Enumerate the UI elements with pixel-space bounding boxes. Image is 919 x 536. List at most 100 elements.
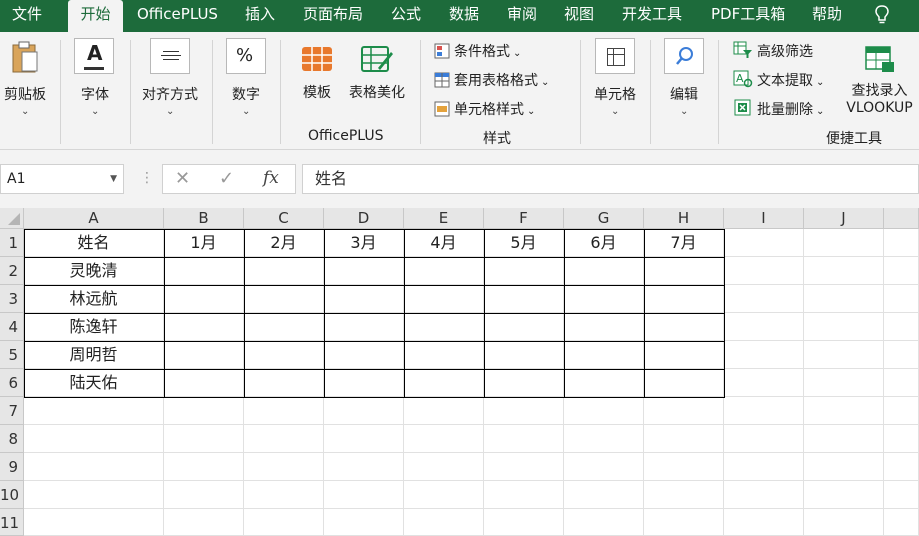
cell-G7[interactable] xyxy=(564,397,644,425)
cell-B7[interactable] xyxy=(164,397,244,425)
cell-H2[interactable] xyxy=(644,257,724,285)
cell-G2[interactable] xyxy=(564,257,644,285)
tab-pdf-tools[interactable]: PDF工具箱 xyxy=(711,0,785,32)
cell-G9[interactable] xyxy=(564,453,644,481)
column-header-G[interactable]: G xyxy=(564,208,644,229)
cell-B1[interactable]: 1月 xyxy=(164,229,244,257)
cell-style-button[interactable]: 单元格样式 ⌄ xyxy=(434,99,535,119)
tab-review[interactable]: 审阅 xyxy=(507,0,537,32)
cell-E9[interactable] xyxy=(404,453,484,481)
cell-H10[interactable] xyxy=(644,481,724,509)
row-header-2[interactable]: 2 xyxy=(0,257,24,285)
cell-J8[interactable] xyxy=(804,425,884,453)
edit-button[interactable]: 编辑 ⌄ xyxy=(660,38,708,122)
cell-C11[interactable] xyxy=(244,509,324,536)
row-header-6[interactable]: 6 xyxy=(0,369,24,397)
column-header-B[interactable]: B xyxy=(164,208,244,229)
cell-D5[interactable] xyxy=(324,341,404,369)
cell-K3[interactable] xyxy=(884,285,919,313)
tab-help[interactable]: 帮助 xyxy=(812,0,842,32)
column-header-A[interactable]: A xyxy=(24,208,164,229)
cell-A4[interactable]: 陈逸轩 xyxy=(24,313,164,341)
cell-H8[interactable] xyxy=(644,425,724,453)
cell-I2[interactable] xyxy=(724,257,804,285)
chevron-down-icon[interactable]: ▼ xyxy=(110,165,117,193)
row-header-4[interactable]: 4 xyxy=(0,313,24,341)
cell-J1[interactable] xyxy=(804,229,884,257)
cancel-icon[interactable]: ✕ xyxy=(175,168,190,189)
cell-I10[interactable] xyxy=(724,481,804,509)
cell-K10[interactable] xyxy=(884,481,919,509)
font-button[interactable]: A 字体 ⌄ xyxy=(72,38,118,122)
cell-F7[interactable] xyxy=(484,397,564,425)
cell-K9[interactable] xyxy=(884,453,919,481)
cell-C10[interactable] xyxy=(244,481,324,509)
cell-H11[interactable] xyxy=(644,509,724,536)
column-header-J[interactable]: J xyxy=(804,208,884,229)
tab-data[interactable]: 数据 xyxy=(449,0,479,32)
conditional-format-button[interactable]: 条件格式 ⌄ xyxy=(434,41,521,61)
cell-J10[interactable] xyxy=(804,481,884,509)
cell-F1[interactable]: 5月 xyxy=(484,229,564,257)
cell-D6[interactable] xyxy=(324,369,404,397)
cell-A10[interactable] xyxy=(24,481,164,509)
cell-K7[interactable] xyxy=(884,397,919,425)
cell-A1[interactable]: 姓名 xyxy=(24,229,164,257)
cell-E8[interactable] xyxy=(404,425,484,453)
cell-H9[interactable] xyxy=(644,453,724,481)
clipboard-button[interactable]: 剪贴板 ⌄ xyxy=(0,38,50,122)
confirm-icon[interactable]: ✓ xyxy=(219,168,234,189)
cell-D3[interactable] xyxy=(324,285,404,313)
template-button[interactable]: 模板 xyxy=(292,42,342,102)
lightbulb-icon[interactable] xyxy=(874,4,890,26)
cell-H3[interactable] xyxy=(644,285,724,313)
cell-B3[interactable] xyxy=(164,285,244,313)
cell-F9[interactable] xyxy=(484,453,564,481)
cell-H6[interactable] xyxy=(644,369,724,397)
cell-J11[interactable] xyxy=(804,509,884,536)
table-beautify-button[interactable]: 表格美化 xyxy=(344,42,410,102)
cell-K11[interactable] xyxy=(884,509,919,536)
cell-C5[interactable] xyxy=(244,341,324,369)
advanced-filter-button[interactable]: 高级筛选 xyxy=(733,41,813,61)
cell-B6[interactable] xyxy=(164,369,244,397)
tab-formulas[interactable]: 公式 xyxy=(391,0,421,32)
row-header-8[interactable]: 8 xyxy=(0,425,24,453)
cell-F3[interactable] xyxy=(484,285,564,313)
formula-input[interactable]: 姓名 xyxy=(302,164,919,194)
row-header-7[interactable]: 7 xyxy=(0,397,24,425)
cell-G11[interactable] xyxy=(564,509,644,536)
select-all-corner[interactable] xyxy=(0,208,24,229)
cell-B11[interactable] xyxy=(164,509,244,536)
cell-J3[interactable] xyxy=(804,285,884,313)
cell-D9[interactable] xyxy=(324,453,404,481)
cell-B10[interactable] xyxy=(164,481,244,509)
cell-I5[interactable] xyxy=(724,341,804,369)
cell-E4[interactable] xyxy=(404,313,484,341)
cell-E10[interactable] xyxy=(404,481,484,509)
name-box[interactable]: A1 ▼ xyxy=(0,164,124,194)
cell-G1[interactable]: 6月 xyxy=(564,229,644,257)
batch-delete-button[interactable]: 批量删除 ⌄ xyxy=(733,99,824,119)
cell-B2[interactable] xyxy=(164,257,244,285)
cell-C7[interactable] xyxy=(244,397,324,425)
cell-D4[interactable] xyxy=(324,313,404,341)
cell-E7[interactable] xyxy=(404,397,484,425)
tab-home[interactable]: 开始 xyxy=(68,0,123,34)
cell-A6[interactable]: 陆天佑 xyxy=(24,369,164,397)
tab-insert[interactable]: 插入 xyxy=(245,0,275,32)
cell-H1[interactable]: 7月 xyxy=(644,229,724,257)
cell-K1[interactable] xyxy=(884,229,919,257)
cell-A8[interactable] xyxy=(24,425,164,453)
number-button[interactable]: % 数字 ⌄ xyxy=(222,38,270,122)
insert-function-icon[interactable]: fx xyxy=(263,168,279,188)
cell-D10[interactable] xyxy=(324,481,404,509)
cell-G6[interactable] xyxy=(564,369,644,397)
cell-J9[interactable] xyxy=(804,453,884,481)
cell-C2[interactable] xyxy=(244,257,324,285)
cell-J7[interactable] xyxy=(804,397,884,425)
cell-G3[interactable] xyxy=(564,285,644,313)
cell-D7[interactable] xyxy=(324,397,404,425)
cell-C6[interactable] xyxy=(244,369,324,397)
cell-E6[interactable] xyxy=(404,369,484,397)
